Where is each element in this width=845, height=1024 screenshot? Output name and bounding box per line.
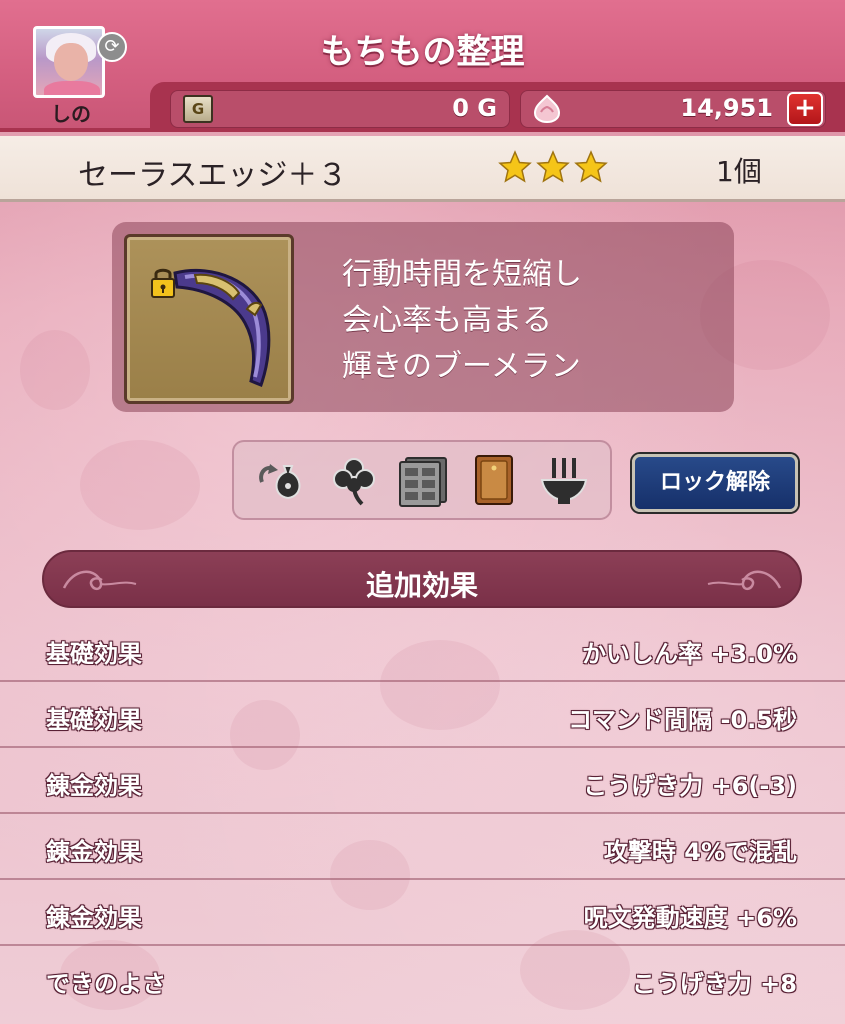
effect-value: こうげき力 +8: [631, 970, 797, 998]
effect-value: コマンド間隔 -0.5秒: [568, 706, 797, 734]
effect-label: 基礎効果: [46, 640, 142, 668]
lock-icon: [151, 268, 175, 298]
effect-row: できのよさ こうげき力 +8: [0, 946, 845, 1012]
effect-row: 錬金効果 こうげき力 +6(-3): [0, 748, 845, 814]
bank-gold-icon: G: [183, 95, 213, 123]
item-rarity-stars: [498, 150, 608, 184]
item-count: 1個: [716, 155, 762, 188]
effect-value: かいしん率 +3.0%: [581, 640, 797, 668]
star-icon: [498, 150, 532, 183]
unlock-button[interactable]: ロック解除: [632, 454, 798, 512]
effect-label: 錬金効果: [46, 838, 142, 866]
item-description-line: 行動時間を短縮し: [342, 257, 582, 292]
item-description: 行動時間を短縮し 会心率も高まる 輝きのブーメラン: [342, 252, 582, 390]
gold-amount: 0 G: [452, 94, 497, 122]
page-title: もちもの整理: [320, 32, 525, 72]
alchemy-pot-icon[interactable]: [536, 452, 592, 508]
switch-character-icon[interactable]: ⟳: [97, 32, 127, 62]
gem-icon: [533, 94, 561, 124]
add-gems-button[interactable]: +: [787, 92, 823, 126]
item-name: セーラスエッジ＋３: [78, 158, 348, 193]
effect-label: 錬金効果: [46, 772, 142, 800]
background-slime-shape: [20, 330, 90, 410]
player-name: しの: [51, 102, 91, 126]
effect-value: 呪文発動速度 +6%: [583, 904, 797, 932]
star-icon: [536, 150, 570, 183]
inventory-screen: ⟳ しの もちもの整理 G 0 G 14,951 + セーラスエッジ＋３ 1個: [0, 0, 845, 1024]
star-icon: [574, 150, 608, 183]
item-icon-frame: [124, 234, 294, 404]
section-title: 追加効果: [365, 569, 478, 602]
storage-cabinet-icon[interactable]: [396, 452, 452, 508]
additional-effects-header: 追加効果: [42, 550, 802, 608]
gold-display: G 0 G: [170, 90, 510, 128]
effects-list: 基礎効果 かいしん率 +3.0% 基礎効果 コマンド間隔 -0.5秒 錬金効果 …: [0, 616, 845, 1012]
effect-value: こうげき力 +6(-3): [583, 772, 797, 800]
gem-amount: 14,951: [680, 94, 773, 122]
effect-row: 錬金効果 呪文発動速度 +6%: [0, 880, 845, 946]
effect-label: できのよさ: [46, 970, 166, 998]
book-icon[interactable]: [466, 452, 522, 508]
effect-value: 攻撃時 4%で混乱: [603, 838, 797, 866]
player-avatar[interactable]: [33, 26, 105, 98]
effect-row: 基礎効果 かいしん率 +3.0%: [0, 616, 845, 682]
clover-icon[interactable]: [326, 452, 382, 508]
background-cloud-shape: [80, 440, 200, 530]
item-description-line: 輝きのブーメラン: [342, 349, 581, 384]
effect-label: 基礎効果: [46, 706, 142, 734]
item-description-line: 会心率も高まる: [342, 303, 552, 338]
effect-label: 錬金効果: [46, 904, 142, 932]
effect-row: 基礎効果 コマンド間隔 -0.5秒: [0, 682, 845, 748]
ornament-right-icon: [707, 570, 782, 591]
sell-bag-icon[interactable]: [254, 452, 310, 508]
gem-display: 14,951 +: [520, 90, 826, 128]
effect-row: 錬金効果 攻撃時 4%で混乱: [0, 814, 845, 880]
item-name-strip: セーラスエッジ＋３ 1個: [0, 136, 845, 202]
